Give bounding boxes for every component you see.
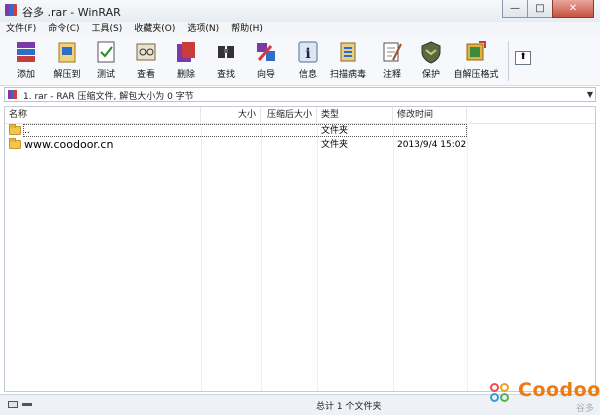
table-row[interactable]: www.coodoor.cn 文件夹 2013/9/4 15:02 — [5, 138, 595, 152]
menu-help[interactable]: 帮助(H) — [225, 22, 269, 37]
minimize-button[interactable]: — — [502, 0, 528, 18]
file-list[interactable]: 名称 大小 压缩后大小 类型 修改时间 .. 文件夹 www.coodoor.c… — [4, 106, 596, 392]
protect-icon — [421, 41, 441, 64]
window-title: 谷多 .rar - WinRAR — [22, 6, 121, 19]
wizard-icon — [257, 43, 275, 61]
sfx-button[interactable]: 自解压格式 — [453, 39, 499, 81]
maximize-button[interactable]: □ — [527, 0, 553, 18]
watermark-brand: Coodoor — [518, 379, 600, 401]
address-dropdown-icon[interactable]: ▼ — [587, 90, 593, 99]
toolbar-separator — [508, 41, 509, 81]
menu-favorites[interactable]: 收藏夹(O) — [128, 22, 181, 37]
comment-icon — [383, 42, 402, 62]
menu-command[interactable]: 命令(C) — [42, 22, 85, 37]
menu-options[interactable]: 选项(N) — [181, 22, 225, 37]
column-name[interactable]: 名称 — [5, 107, 201, 123]
logo-circle — [500, 393, 509, 402]
focus-rectangle — [23, 124, 467, 137]
sfx-label: 自解压格式 — [453, 70, 499, 80]
window-controls: — □ ✕ — [502, 0, 594, 18]
folder-icon — [9, 124, 21, 135]
folder-icon — [9, 138, 21, 149]
title-bar: 谷多 .rar - WinRAR — □ ✕ — [0, 0, 600, 23]
wizard-button[interactable]: 向导 — [246, 39, 286, 81]
view-button[interactable]: 查看 — [126, 39, 166, 81]
table-row[interactable]: .. 文件夹 — [5, 124, 595, 138]
info-button[interactable]: i 信息 — [288, 39, 328, 81]
column-divider — [201, 123, 202, 391]
svg-text:i: i — [305, 46, 310, 62]
column-size[interactable]: 大小 — [201, 107, 261, 123]
add-button[interactable]: 添加 — [6, 39, 46, 81]
key-icon[interactable] — [22, 403, 32, 406]
list-header: 名称 大小 压缩后大小 类型 修改时间 — [5, 107, 595, 124]
test-button[interactable]: 测试 — [86, 39, 126, 81]
virus-scan-icon — [340, 42, 356, 62]
extract-button[interactable]: 解压到 — [47, 39, 87, 81]
find-icon — [218, 46, 234, 58]
row-name: .. — [24, 126, 30, 136]
address-text: 1. rar - RAR 压缩文件, 解包大小为 0 字节 — [23, 92, 194, 102]
menu-bar: 文件(F) 命令(C) 工具(S) 收藏夹(O) 选项(N) 帮助(H) — [0, 22, 600, 38]
column-divider — [261, 123, 262, 391]
row-modified: 2013/9/4 15:02 — [397, 140, 467, 150]
toolbar: 添加 解压到 测试 查看 删除 查找 向导 i 信息 扫描病毒 注释 保护 自解… — [0, 37, 600, 86]
find-button[interactable]: 查找 — [206, 39, 246, 81]
menu-file[interactable]: 文件(F) — [0, 22, 42, 37]
protect-label: 保护 — [421, 70, 440, 80]
column-divider — [393, 123, 394, 391]
drive-icon[interactable] — [8, 401, 18, 408]
watermark-logo: Coodoor 谷多 — [488, 379, 600, 414]
extract-icon — [58, 42, 76, 63]
logo-circle — [490, 393, 499, 402]
test-icon — [97, 41, 115, 63]
logo-circle — [490, 383, 499, 392]
virus-scan-button[interactable]: 扫描病毒 — [328, 39, 368, 81]
info-icon: i — [298, 41, 318, 63]
logo-circle — [500, 383, 509, 392]
menu-tools[interactable]: 工具(S) — [86, 22, 129, 37]
comment-button[interactable]: 注释 — [372, 39, 412, 81]
delete-icon — [177, 42, 195, 62]
add-icon — [17, 42, 35, 62]
wizard-label: 向导 — [256, 70, 275, 80]
watermark-sub: 谷多 — [575, 404, 594, 414]
delete-button[interactable]: 删除 — [166, 39, 206, 81]
column-divider — [317, 123, 318, 391]
row-name: www.coodoor.cn — [24, 138, 114, 151]
column-divider — [467, 123, 468, 391]
winrar-app-icon — [5, 4, 17, 16]
column-packed-size[interactable]: 压缩后大小 — [261, 107, 317, 123]
address-bar[interactable]: 1. rar - RAR 压缩文件, 解包大小为 0 字节 ▼ — [4, 87, 596, 102]
close-button[interactable]: ✕ — [552, 0, 594, 18]
column-modified[interactable]: 修改时间 — [393, 107, 467, 123]
row-type: 文件夹 — [321, 126, 349, 136]
archive-icon — [8, 90, 17, 99]
view-icon — [136, 43, 156, 61]
row-type: 文件夹 — [321, 140, 349, 150]
virus-scan-label: 扫描病毒 — [329, 70, 366, 80]
sfx-icon — [466, 41, 486, 61]
up-folder-button[interactable]: ⬆ — [515, 51, 531, 65]
status-text: 总计 1 个文件夹 — [316, 402, 382, 412]
protect-button[interactable]: 保护 — [411, 39, 451, 81]
column-type[interactable]: 类型 — [317, 107, 393, 123]
